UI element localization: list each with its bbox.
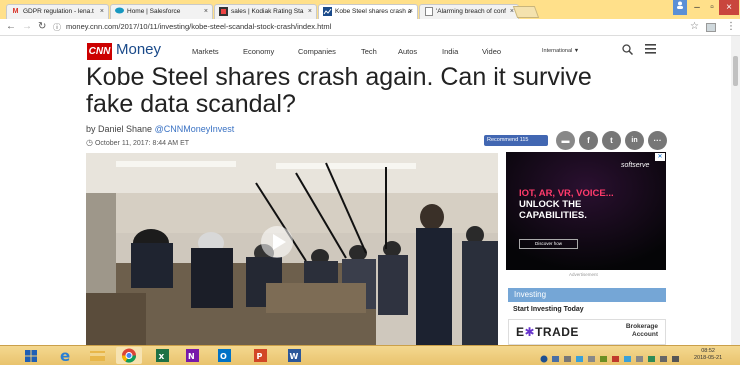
address-bar: ← → ↻ ⓘ money.cnn.com/2017/10/11/investi…	[0, 19, 740, 36]
twitter-handle[interactable]: @CNNMoneyInvest	[155, 124, 235, 134]
ad-headline-3: CAPABILITIES.	[519, 210, 587, 221]
minimize-icon[interactable]: –	[690, 0, 704, 15]
tab-kobe-steel[interactable]: Kobe Steel shares crash a ×	[318, 4, 418, 19]
onenote-icon[interactable]: N	[180, 347, 206, 364]
search-icon[interactable]	[622, 44, 634, 58]
facebook-recommend-button[interactable]: Recommend 115	[484, 135, 548, 146]
nav-companies[interactable]: Companies	[298, 47, 336, 56]
outlook-icon[interactable]: O	[212, 347, 238, 364]
svg-text:N: N	[188, 352, 195, 361]
etrade-logo[interactable]: E✱TRADE	[516, 325, 579, 339]
close-icon[interactable]: ×	[409, 5, 413, 18]
cnn-money-icon	[323, 7, 332, 16]
page-icon	[424, 7, 433, 16]
email-share-icon[interactable]: ▬	[556, 131, 575, 150]
etrade-logo-e: E	[516, 325, 525, 339]
close-icon[interactable]: ×	[204, 5, 208, 18]
article-headline: Kobe Steel shares crash again. Can it su…	[86, 63, 592, 118]
twitter-share-icon[interactable]: t	[602, 131, 621, 150]
etrade-logo-text: TRADE	[535, 325, 579, 339]
clock-time: 08:52	[701, 348, 715, 354]
brokerage-link[interactable]: Brokerage Account	[606, 323, 658, 339]
close-icon[interactable]: ×	[308, 5, 312, 18]
clock-icon: ◷	[86, 138, 93, 147]
info-icon[interactable]: ⓘ	[53, 22, 61, 34]
windows-taskbar: e x N O P W 08:52 2018-05-21	[0, 345, 740, 365]
tab-label: 'Alarming breach of conf	[436, 8, 506, 15]
nav-markets[interactable]: Markets	[192, 47, 219, 56]
tab-gdpr[interactable]: M GDPR regulation - lena.t ×	[6, 4, 109, 19]
ad-label: Advertisement	[569, 272, 598, 277]
hamburger-menu-icon[interactable]	[645, 44, 656, 57]
nav-india[interactable]: India	[442, 47, 458, 56]
maximize-icon[interactable]: ▫	[705, 0, 719, 15]
extension-icon[interactable]	[706, 23, 716, 32]
new-tab-button[interactable]	[512, 6, 540, 18]
nav-video[interactable]: Video	[482, 47, 501, 56]
svg-text:O: O	[220, 352, 227, 361]
reload-icon[interactable]: ↻	[38, 21, 46, 33]
system-tray[interactable]	[540, 351, 690, 363]
profile-icon[interactable]	[673, 0, 687, 15]
money-brand[interactable]: Money	[116, 41, 161, 58]
bookmark-star-icon[interactable]: ☆	[690, 21, 699, 32]
forward-icon[interactable]: →	[22, 21, 32, 33]
tab-label: GDPR regulation - lena.t	[23, 8, 94, 15]
author-name[interactable]: by Daniel Shane	[86, 124, 152, 134]
clock[interactable]: 08:52 2018-05-21	[694, 348, 722, 362]
nav-economy[interactable]: Economy	[243, 47, 274, 56]
article-date: ◷ October 11, 2017: 8:44 AM ET	[86, 138, 189, 147]
byline: by Daniel Shane @CNNMoneyInvest	[86, 124, 234, 134]
svg-text:W: W	[290, 352, 299, 361]
clock-date: 2018-05-21	[694, 355, 723, 361]
linkedin-share-icon[interactable]: in	[625, 131, 644, 150]
file-explorer-icon[interactable]	[84, 347, 110, 364]
date-text: October 11, 2017: 8:44 AM ET	[94, 140, 190, 147]
facebook-share-icon[interactable]: f	[579, 131, 598, 150]
tab-label: Home | Salesforce	[127, 8, 181, 15]
etrade-arrow-icon: ✱	[524, 325, 536, 339]
gmail-icon: M	[12, 8, 19, 15]
chrome-menu-icon[interactable]: ⋮	[726, 21, 736, 32]
ad-headline-1: IOT, AR, VR, VOICE...	[519, 188, 614, 199]
more-share-icon[interactable]: ···	[648, 131, 667, 150]
windows-start-icon[interactable]	[25, 350, 37, 362]
svg-text:x: x	[159, 352, 165, 362]
ad-brand: softserve	[621, 162, 650, 169]
url-field[interactable]: money.cnn.com/2017/10/11/investing/kobe-…	[66, 22, 331, 31]
ie-icon[interactable]: e	[54, 347, 80, 365]
tab-salesforce[interactable]: Home | Salesforce ×	[110, 4, 213, 19]
powerpoint-icon[interactable]: P	[248, 347, 274, 364]
scroll-thumb[interactable]	[733, 56, 738, 86]
nav-tech[interactable]: Tech	[361, 47, 377, 56]
edition-selector[interactable]: International ▼	[542, 48, 579, 54]
back-icon[interactable]: ←	[6, 21, 16, 33]
sponsored-subhead: Start Investing Today	[513, 306, 584, 313]
play-icon[interactable]	[260, 225, 294, 259]
tab-label: sales | Kodiak Rating Sta	[231, 8, 304, 15]
excel-icon[interactable]: x	[150, 347, 176, 364]
svg-text:P: P	[257, 352, 263, 361]
nav-autos[interactable]: Autos	[398, 47, 417, 56]
investing-section-header[interactable]: Investing	[508, 288, 666, 302]
svg-text:e: e	[60, 347, 70, 364]
browser-title-bar: M GDPR regulation - lena.t × Home | Sale…	[0, 0, 740, 19]
ad-discover-button[interactable]: Discover how	[519, 239, 578, 249]
close-icon[interactable]: ×	[100, 5, 104, 18]
kodiak-icon	[219, 7, 228, 16]
close-window-icon[interactable]: ×	[719, 0, 739, 15]
tab-alarming-breach[interactable]: 'Alarming breach of conf ×	[419, 4, 519, 19]
ad-choices-icon[interactable]: ✕	[655, 153, 665, 161]
tab-kodiak[interactable]: sales | Kodiak Rating Sta ×	[214, 4, 317, 19]
tab-label: Kobe Steel shares crash a	[335, 8, 412, 15]
page-scrollbar[interactable]	[731, 36, 740, 345]
word-icon[interactable]: W	[282, 347, 308, 364]
salesforce-icon	[115, 7, 124, 16]
ad-headline-2: UNLOCK THE	[519, 199, 582, 210]
recommend-label: Recommend 115	[487, 137, 529, 143]
chrome-icon[interactable]	[116, 347, 142, 364]
cnn-logo[interactable]: CNN	[87, 43, 112, 60]
